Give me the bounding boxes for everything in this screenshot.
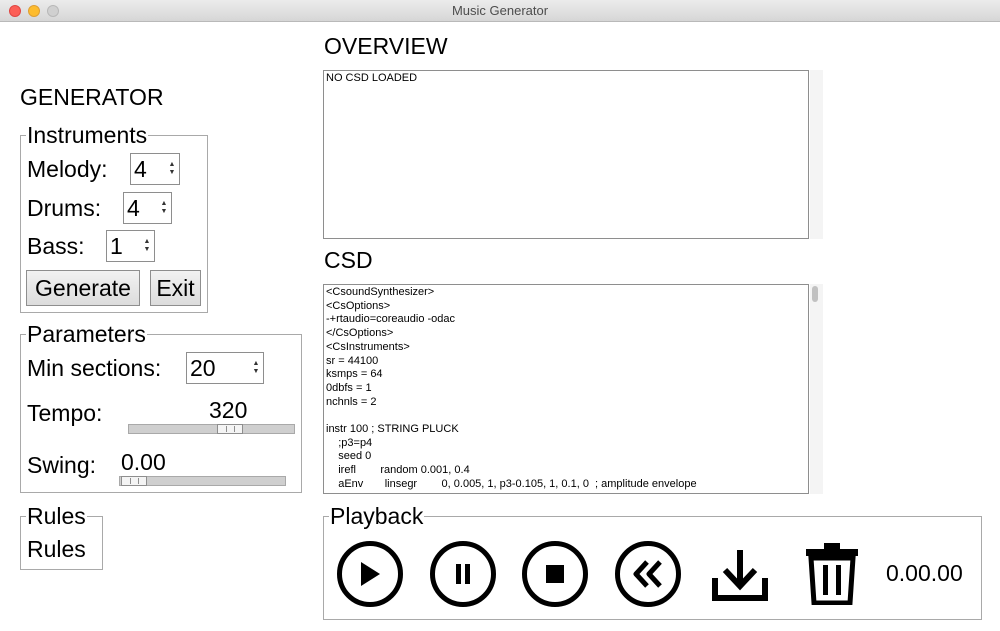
rewind-button[interactable] — [615, 541, 681, 607]
instruments-legend: Instruments — [26, 122, 149, 148]
csd-scrollbar-thumb[interactable] — [812, 286, 818, 302]
pause-icon — [456, 564, 470, 584]
melody-spinbox[interactable]: 4 ▲ ▼ — [130, 153, 180, 185]
swing-value: 0.00 — [121, 449, 166, 475]
spin-arrows-icon[interactable]: ▲ ▼ — [252, 360, 260, 376]
csd-scrollbar[interactable] — [810, 284, 823, 494]
download-icon — [712, 550, 768, 601]
parameters-legend: Parameters — [26, 321, 147, 347]
overview-textarea[interactable]: NO CSD LOADED — [323, 70, 809, 239]
melody-label: Melody: — [27, 156, 108, 182]
generator-heading: GENERATOR — [20, 84, 164, 110]
stop-icon — [546, 565, 564, 583]
tempo-label: Tempo: — [27, 400, 103, 426]
tempo-value: 320 — [209, 397, 248, 423]
swing-slider[interactable] — [119, 476, 286, 486]
swing-slider-handle[interactable] — [121, 476, 147, 486]
title-bar: Music Generator — [0, 0, 1000, 22]
trash-icon — [806, 543, 858, 606]
bass-value: 1 — [110, 233, 123, 259]
play-button[interactable] — [337, 541, 403, 607]
playback-time: 0.00.00 — [886, 560, 963, 586]
delete-button[interactable] — [804, 541, 860, 610]
exit-button[interactable]: Exit — [150, 270, 201, 306]
min-sections-spinbox[interactable]: 20 ▲ ▼ — [186, 352, 264, 384]
tempo-slider-handle[interactable] — [217, 424, 243, 434]
pause-button[interactable] — [430, 541, 496, 607]
rewind-icon — [633, 560, 662, 588]
spin-arrows-icon[interactable]: ▲ ▼ — [160, 200, 168, 216]
drums-spinbox[interactable]: 4 ▲ ▼ — [123, 192, 172, 224]
drums-label: Drums: — [27, 195, 102, 221]
overview-scrollbar[interactable] — [810, 70, 823, 239]
tempo-slider[interactable] — [128, 424, 295, 434]
generate-button[interactable]: Generate — [26, 270, 140, 306]
min-sections-label: Min sections: — [27, 355, 162, 381]
melody-value: 4 — [134, 156, 147, 182]
rules-button[interactable]: Rules — [27, 536, 86, 562]
stop-button[interactable] — [522, 541, 588, 607]
min-sections-value: 20 — [190, 355, 216, 381]
csd-heading: CSD — [324, 247, 373, 273]
rules-legend: Rules — [26, 503, 87, 529]
csd-textarea[interactable]: <CsoundSynthesizer> <CsOptions> -+rtaudi… — [323, 284, 809, 494]
swing-label: Swing: — [27, 452, 97, 478]
bass-spinbox[interactable]: 1 ▲ ▼ — [106, 230, 155, 262]
spin-arrows-icon[interactable]: ▲ ▼ — [168, 161, 176, 177]
play-icon — [361, 562, 380, 586]
bass-label: Bass: — [27, 233, 85, 259]
playback-legend: Playback — [329, 503, 425, 529]
window-title: Music Generator — [451, 3, 549, 18]
download-button[interactable] — [711, 548, 769, 609]
drums-value: 4 — [127, 195, 140, 221]
overview-heading: OVERVIEW — [324, 33, 448, 59]
spin-arrows-icon[interactable]: ▲ ▼ — [143, 238, 151, 254]
